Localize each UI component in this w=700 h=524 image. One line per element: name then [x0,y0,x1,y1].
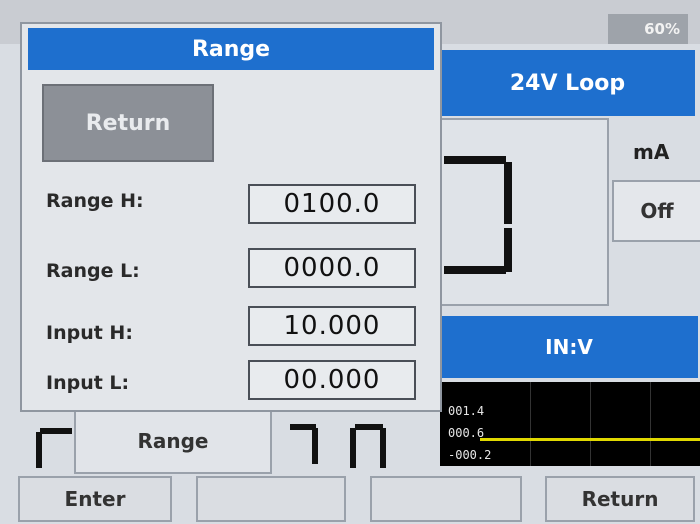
segment [444,266,506,274]
range-h-field[interactable]: 0100.0 [248,184,416,224]
range-l-field[interactable]: 0000.0 [248,248,416,288]
output-toggle[interactable]: Off [612,180,700,242]
loop-button[interactable]: 24V Loop [440,50,695,116]
digit-segment [355,424,383,430]
softkey-2[interactable] [196,476,346,522]
softkey-enter[interactable]: Enter [18,476,172,522]
segment [504,162,512,224]
digit-segment [350,428,356,468]
input-mode-button[interactable]: IN:V [440,316,698,378]
digit-segment [36,432,42,468]
digit-segment [312,428,318,464]
softkey-return[interactable]: Return [545,476,695,522]
digit-segment [40,428,72,434]
digit-segment [380,428,386,468]
segment [444,156,506,164]
input-h-label: Input H: [46,322,133,344]
grid-line [530,382,531,466]
input-l-field[interactable]: 00.000 [248,360,416,400]
input-h-field[interactable]: 10.000 [248,306,416,346]
grid-line [590,382,591,466]
range-h-label: Range H: [46,190,144,212]
range-tab[interactable]: Range [74,408,272,474]
grid-line [650,382,651,466]
trend-line [480,438,700,441]
trend-chart: 001.4 000.6 -000.2 [440,382,700,466]
battery-indicator: 60% [608,14,688,44]
trend-y-label: 000.6 [448,426,485,440]
trend-y-label: -000.2 [448,448,492,462]
device-screen: 60% 24V Loop mA Off IN:V 001.4 000.6 -00… [0,0,700,524]
unit-label: mA [633,140,670,164]
dialog-title: Range [28,28,434,70]
input-l-label: Input L: [46,372,130,394]
trend-y-label: 001.4 [448,404,485,418]
range-dialog: Range Return Range H: 0100.0 Range L: 00… [20,22,442,412]
return-button[interactable]: Return [42,84,214,162]
range-l-label: Range L: [46,260,140,282]
reading-display [436,118,609,306]
softkey-3[interactable] [370,476,522,522]
